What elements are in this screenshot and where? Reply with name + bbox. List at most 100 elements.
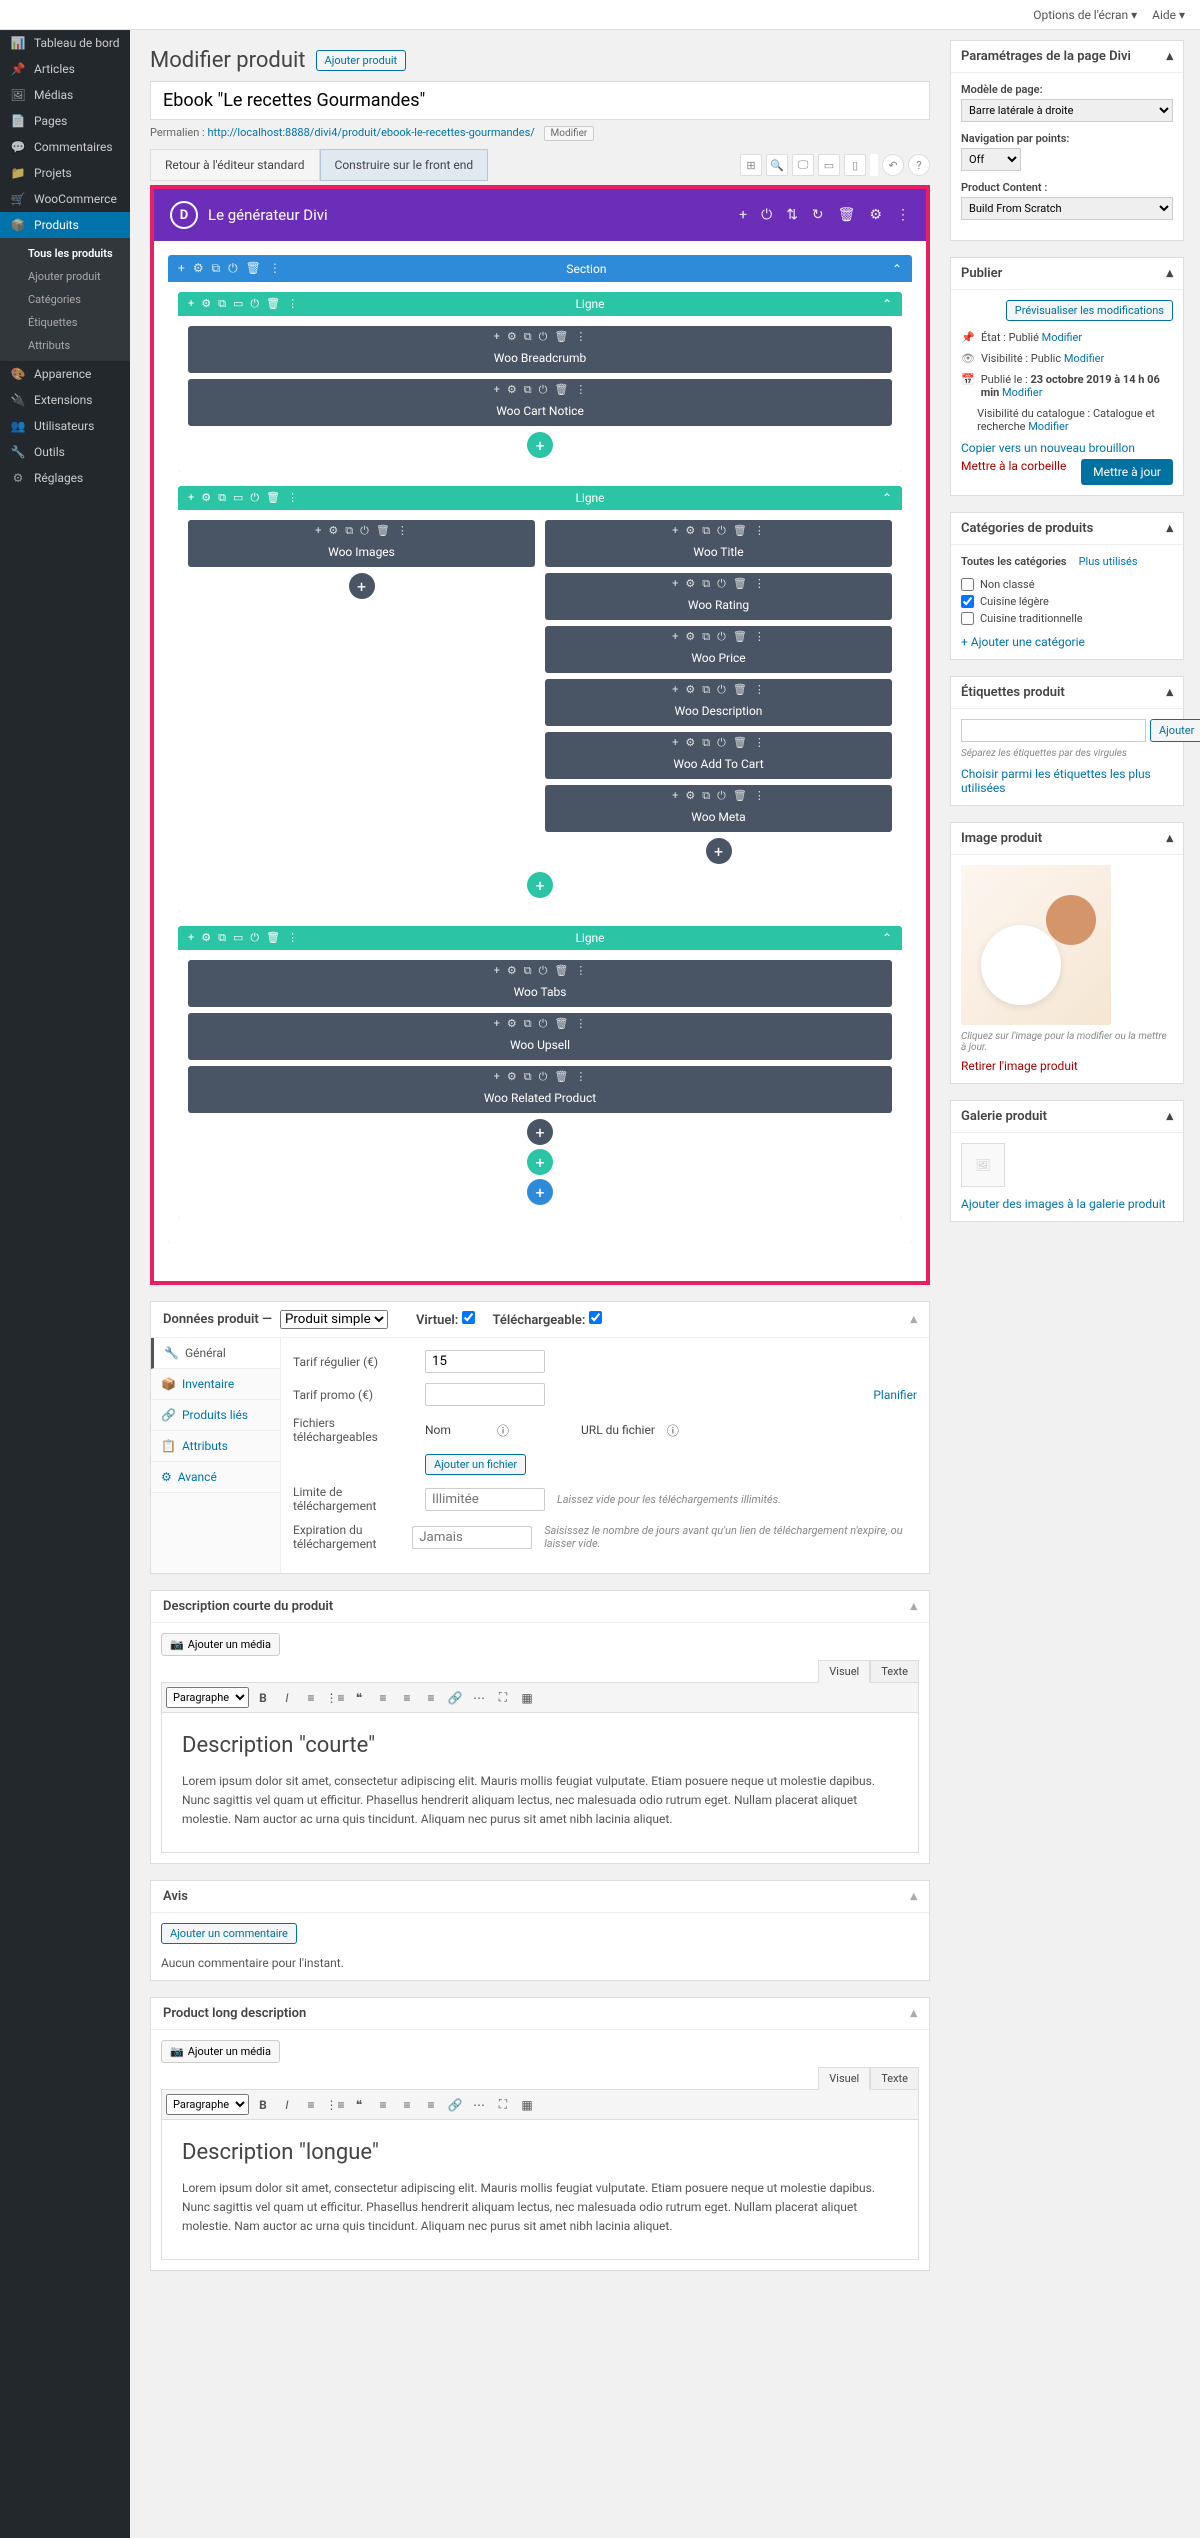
- edit-catalog-link[interactable]: Modifier: [1028, 420, 1068, 433]
- section-gear-icon[interactable]: ⚙: [193, 261, 204, 276]
- category-checkbox[interactable]: [961, 612, 974, 625]
- add-row-button[interactable]: +: [527, 1149, 553, 1175]
- trash-icon[interactable]: 🗑: [838, 207, 856, 223]
- sidebar-subitem[interactable]: Étiquettes: [0, 311, 130, 334]
- dot-nav-select[interactable]: Off: [961, 148, 1021, 171]
- category-item[interactable]: Non classé: [961, 576, 1173, 593]
- power-icon[interactable]: ⏻: [761, 207, 772, 223]
- schedule-link[interactable]: Planifier: [873, 1388, 917, 1402]
- sidebar-item-articles[interactable]: 📌Articles: [0, 56, 130, 82]
- section-copy-icon[interactable]: ⧉: [212, 261, 221, 276]
- help-toggle[interactable]: Aide ▾: [1152, 8, 1185, 22]
- toolbar-toggle-icon[interactable]: ▦: [517, 1688, 537, 1708]
- permalink-edit-button[interactable]: Modifier: [544, 126, 595, 141]
- edit-visibility-link[interactable]: Modifier: [1064, 352, 1104, 365]
- module-woo-tabs[interactable]: +⚙⧉⏻🗑⋮Woo Tabs: [188, 960, 892, 1007]
- align-left-icon[interactable]: ≡: [373, 1688, 393, 1708]
- edit-date-link[interactable]: Modifier: [1002, 386, 1042, 399]
- sidebar-item-médias[interactable]: 🖼Médias: [0, 82, 130, 108]
- sidebar-subitem[interactable]: Tous les produits: [0, 242, 130, 265]
- bold-icon[interactable]: B: [253, 1688, 273, 1708]
- sidebar-item-apparence[interactable]: 🎨Apparence: [0, 361, 130, 387]
- remove-image-link[interactable]: Retirer l'image produit: [961, 1059, 1078, 1073]
- module-woo-meta[interactable]: +⚙⧉⏻🗑⋮Woo Meta: [545, 785, 892, 832]
- sale-price-input[interactable]: [425, 1383, 545, 1406]
- long-description-editor[interactable]: Description "longue" Lorem ipsum dolor s…: [161, 2120, 919, 2260]
- link-icon[interactable]: 🔗: [445, 1688, 465, 1708]
- product-title-input[interactable]: [150, 81, 930, 120]
- visual-tab[interactable]: Visuel: [818, 1660, 870, 1683]
- pd-tab-general[interactable]: 🔧Général: [151, 1338, 280, 1369]
- phone-icon[interactable]: ▯: [844, 154, 866, 176]
- collapse-icon[interactable]: ▴: [1166, 49, 1173, 64]
- page-template-select[interactable]: Barre latérale à droite: [961, 99, 1173, 122]
- category-checkbox[interactable]: [961, 578, 974, 591]
- product-content-select[interactable]: Build From Scratch: [961, 197, 1173, 220]
- module-woo-cart-notice[interactable]: +⚙⧉⏻🗑⋮ Woo Cart Notice: [188, 379, 892, 426]
- sidebar-item-réglages[interactable]: ⚙Réglages: [0, 465, 130, 491]
- default-editor-tab[interactable]: Retour à l'éditeur standard: [150, 149, 320, 181]
- pd-tab-inventory[interactable]: 📦Inventaire: [151, 1369, 280, 1400]
- grid-icon[interactable]: ⊞: [740, 154, 762, 176]
- add-category-link[interactable]: + Ajouter une catégorie: [961, 635, 1085, 649]
- section-trash-icon[interactable]: 🗑: [246, 261, 261, 276]
- frontend-builder-tab[interactable]: Construire sur le front end: [320, 149, 489, 181]
- regular-price-input[interactable]: [425, 1350, 545, 1373]
- tag-input[interactable]: [961, 719, 1146, 742]
- list-ol-icon[interactable]: ⋮≡: [325, 1688, 345, 1708]
- format-select[interactable]: Paragraphe: [166, 1687, 249, 1708]
- choose-tags-link[interactable]: Choisir parmi les étiquettes les plus ut…: [961, 767, 1151, 795]
- module-woo-rating[interactable]: +⚙⧉⏻🗑⋮Woo Rating: [545, 573, 892, 620]
- add-icon[interactable]: +: [739, 207, 747, 223]
- module-woo-price[interactable]: +⚙⧉⏻🗑⋮Woo Price: [545, 626, 892, 673]
- section-more-icon[interactable]: ⋮: [269, 261, 281, 276]
- text-tab[interactable]: Texte: [870, 1660, 919, 1683]
- sidebar-item-produits[interactable]: 📦Produits: [0, 212, 130, 238]
- most-used-tab[interactable]: Plus utilisés: [1079, 555, 1138, 568]
- sidebar-item-extensions[interactable]: 🔌Extensions: [0, 387, 130, 413]
- tablet-icon[interactable]: ▭: [818, 154, 840, 176]
- add-module-button[interactable]: +: [349, 573, 375, 599]
- sidebar-item-woocommerce[interactable]: 🛒WooCommerce: [0, 186, 130, 212]
- fullscreen-icon[interactable]: ⛶: [493, 1688, 513, 1708]
- sidebar-item-projets[interactable]: 📁Projets: [0, 160, 130, 186]
- product-type-select[interactable]: Produit simple: [280, 1310, 388, 1329]
- add-media-button[interactable]: 📷Ajouter un média: [161, 1633, 280, 1656]
- quote-icon[interactable]: ❝: [349, 1688, 369, 1708]
- trash-link[interactable]: Mettre à la corbeille: [961, 459, 1066, 473]
- all-categories-tab[interactable]: Toutes les catégories: [961, 555, 1067, 568]
- add-comment-button[interactable]: Ajouter un commentaire: [161, 1923, 297, 1944]
- more-icon[interactable]: ⋯: [469, 1688, 489, 1708]
- sidebar-item-pages[interactable]: 📄Pages: [0, 108, 130, 134]
- category-item[interactable]: Cuisine traditionnelle: [961, 610, 1173, 627]
- pd-tab-attributes[interactable]: 📋Attributs: [151, 1431, 280, 1462]
- sidebar-item-commentaires[interactable]: 💬Commentaires: [0, 134, 130, 160]
- add-gallery-images-link[interactable]: Ajouter des images à la galerie produit: [961, 1197, 1166, 1211]
- module-woo-images[interactable]: +⚙⧉⏻🗑⋮ Woo Images: [188, 520, 535, 567]
- category-item[interactable]: Cuisine légère: [961, 593, 1173, 610]
- italic-icon[interactable]: I: [277, 1688, 297, 1708]
- panel-collapse-icon[interactable]: ▴: [910, 1312, 917, 1327]
- module-woo-add-to-cart[interactable]: +⚙⧉⏻🗑⋮Woo Add To Cart: [545, 732, 892, 779]
- help-icon[interactable]: ?: [908, 154, 930, 176]
- list-ul-icon[interactable]: ≡: [301, 1688, 321, 1708]
- add-new-product-button[interactable]: Ajouter produit: [316, 50, 407, 71]
- add-row-button[interactable]: +: [527, 872, 553, 898]
- module-woo-breadcrumb[interactable]: +⚙⧉⏻🗑⋮ Woo Breadcrumb: [188, 326, 892, 373]
- product-image-thumbnail[interactable]: [961, 865, 1111, 1025]
- preview-button[interactable]: Prévisualiser les modifications: [1006, 300, 1173, 321]
- module-woo-description[interactable]: +⚙⧉⏻🗑⋮Woo Description: [545, 679, 892, 726]
- virtual-checkbox[interactable]: [462, 1311, 475, 1324]
- gear-icon[interactable]: ⚙: [869, 207, 882, 223]
- edit-status-link[interactable]: Modifier: [1042, 331, 1082, 344]
- history-icon[interactable]: ↻: [812, 207, 824, 223]
- module-woo-related[interactable]: +⚙⧉⏻🗑⋮Woo Related Product: [188, 1066, 892, 1113]
- sidebar-subitem[interactable]: Ajouter produit: [0, 265, 130, 288]
- download-expiry-input[interactable]: [412, 1526, 532, 1549]
- category-checkbox[interactable]: [961, 595, 974, 608]
- add-file-button[interactable]: Ajouter un fichier: [425, 1454, 526, 1475]
- zoom-icon[interactable]: 🔍: [766, 154, 788, 176]
- add-tag-button[interactable]: Ajouter: [1150, 719, 1200, 742]
- sidebar-item-outils[interactable]: 🔧Outils: [0, 439, 130, 465]
- sliders-icon[interactable]: ⇅: [786, 207, 798, 223]
